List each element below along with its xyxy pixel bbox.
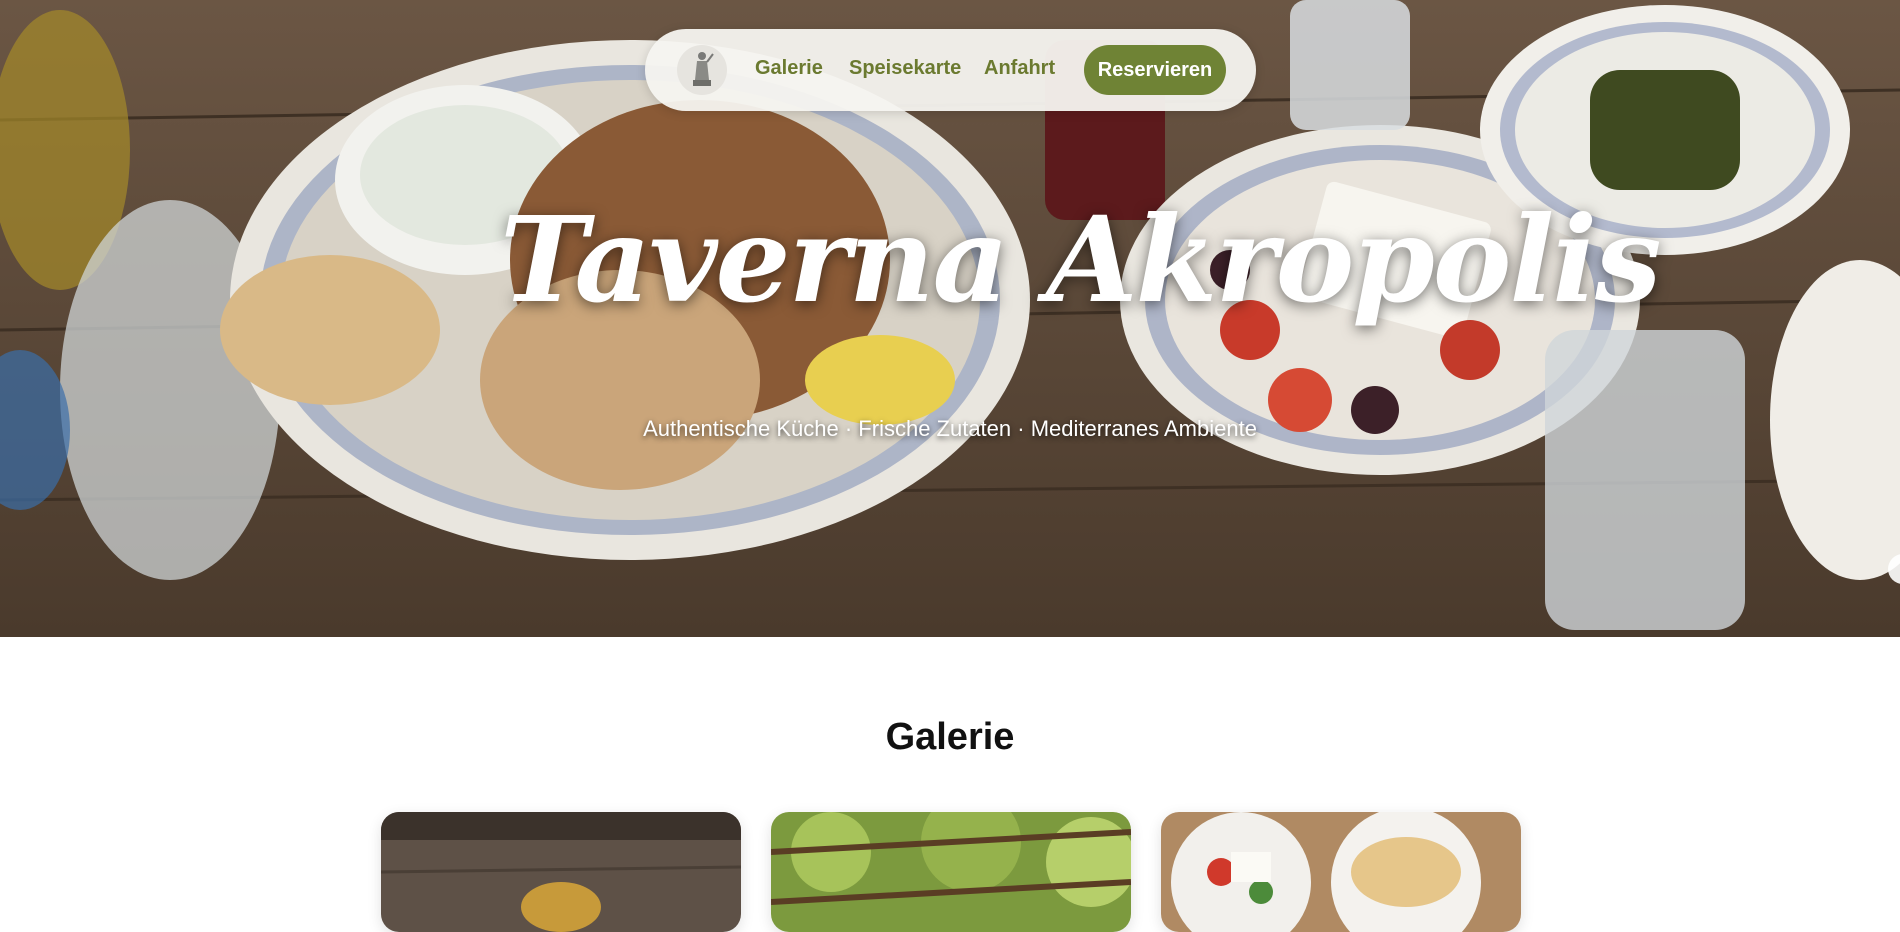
nav-link-speisekarte[interactable]: Speisekarte (849, 57, 961, 80)
nav-link-galerie[interactable]: Galerie (755, 57, 823, 80)
galerie-image-grill[interactable] (381, 812, 741, 932)
galerie-heading: Galerie (885, 716, 1015, 758)
galerie-image-salad-pita[interactable] (1161, 812, 1521, 932)
hero-subtitle: Authentische Küche · Frische Zutaten · M… (643, 416, 1257, 441)
nav-link-anfahrt[interactable]: Anfahrt (984, 57, 1055, 80)
reserve-button[interactable]: Reservieren (1084, 45, 1226, 95)
hero-section: Galerie Speisekarte Anfahrt Reservieren … (0, 0, 1900, 637)
top-navigation: Galerie Speisekarte Anfahrt Reservieren (645, 29, 1256, 111)
hero-title: Taverna Akropolis (500, 190, 1662, 329)
statue-logo-icon[interactable] (677, 45, 727, 95)
galerie-image-pergola[interactable] (771, 812, 1131, 932)
